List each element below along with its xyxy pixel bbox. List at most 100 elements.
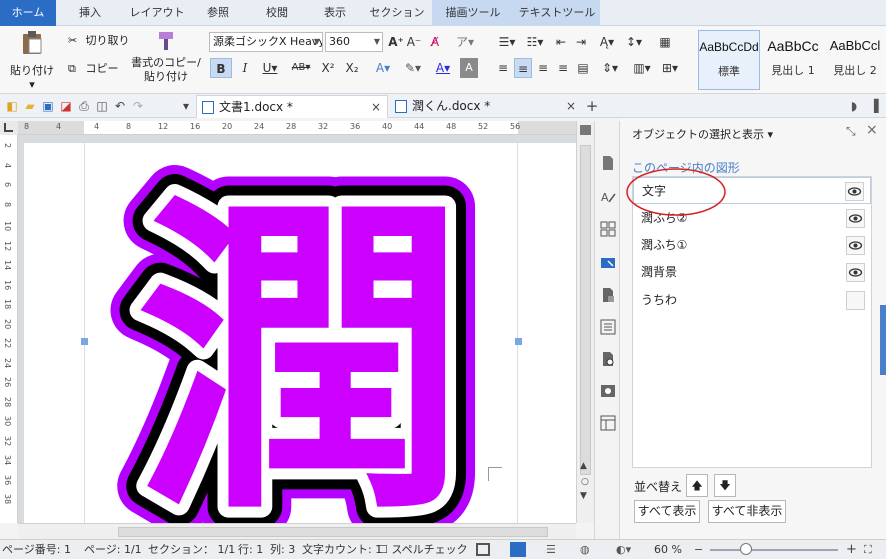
increase-indent-icon[interactable]: ⇥ bbox=[572, 32, 590, 52]
close-icon[interactable]: × bbox=[566, 95, 576, 118]
print-preview-icon[interactable]: ◫ bbox=[94, 98, 110, 114]
find-document-icon[interactable] bbox=[600, 351, 616, 367]
restore-icon[interactable]: ◗ bbox=[846, 98, 862, 114]
scroll-up-icon[interactable] bbox=[580, 125, 591, 135]
redo-icon[interactable]: ↷ bbox=[130, 98, 146, 114]
new-tab-plus-icon[interactable]: + bbox=[584, 98, 600, 114]
borders-icon[interactable]: ⊞▾ bbox=[658, 58, 682, 78]
paste-button[interactable]: 貼り付け ▾ bbox=[6, 30, 58, 92]
scroll-thumb[interactable] bbox=[118, 527, 548, 537]
visibility-toggle[interactable] bbox=[846, 209, 865, 228]
copy-button[interactable]: ⧉ コピー bbox=[68, 60, 119, 76]
list-item[interactable]: うちわ bbox=[633, 287, 871, 314]
vertical-scrollbar[interactable]: ▲ ○ ▼ bbox=[576, 121, 594, 523]
distribute-icon[interactable]: ▤ bbox=[574, 58, 592, 78]
text-effect-icon[interactable]: A▾ bbox=[370, 58, 396, 78]
zoom-out-icon[interactable]: − bbox=[694, 540, 703, 559]
collapse-icon[interactable]: ⤡ bbox=[846, 124, 856, 139]
doc-tab[interactable]: 潤くん.docx * × bbox=[390, 95, 582, 118]
doc-tab-active[interactable]: 文書1.docx * × bbox=[196, 95, 388, 118]
tab-drawing-tools[interactable]: 描画ツール bbox=[432, 0, 514, 26]
outline-view-icon[interactable]: ☰ bbox=[546, 540, 556, 559]
vertical-ruler[interactable]: 2 4 6 8 10 12 14 16 18 20 22 24 26 28 30 32 34 36 38 bbox=[0, 135, 18, 523]
zoom-slider-thumb[interactable] bbox=[740, 543, 752, 555]
zoom-in-icon[interactable]: + bbox=[846, 540, 857, 559]
shrink-font-icon[interactable]: A⁻ bbox=[406, 32, 422, 52]
open-folder-icon[interactable]: ▰ bbox=[22, 98, 38, 114]
selection-pane-icon[interactable] bbox=[600, 255, 616, 271]
browse-object-icon[interactable]: ○ bbox=[581, 477, 589, 487]
export-pdf-icon[interactable]: ◪ bbox=[58, 98, 74, 114]
visibility-toggle[interactable] bbox=[846, 263, 865, 282]
list-item[interactable]: 潤ふち① bbox=[633, 232, 871, 259]
image-icon[interactable] bbox=[600, 383, 616, 399]
format-painter-button[interactable]: 書式のコピー/ 貼り付け bbox=[128, 30, 204, 84]
phonetic-guide-icon[interactable]: ア▾ bbox=[452, 32, 478, 52]
tab-section[interactable]: セクション bbox=[366, 0, 428, 26]
text-direction-icon[interactable]: Ą▾ bbox=[594, 32, 620, 52]
subscript-button[interactable]: X₂ bbox=[342, 58, 362, 78]
hide-all-button[interactable]: すべて非表示 bbox=[708, 500, 786, 523]
strikethrough-button[interactable]: AB▾ bbox=[286, 58, 316, 78]
close-icon[interactable]: × bbox=[371, 96, 381, 119]
window-control-icon[interactable]: ▐ bbox=[866, 98, 882, 114]
fullscreen-icon[interactable] bbox=[476, 543, 490, 556]
spell-check[interactable]: ☐ スペルチェック bbox=[378, 540, 468, 559]
highlight-icon[interactable]: ✎▾ bbox=[400, 58, 426, 78]
glyph-fill[interactable]: 潤 bbox=[136, 169, 466, 523]
visibility-toggle[interactable] bbox=[846, 236, 865, 255]
tab-references[interactable]: 参照 bbox=[196, 0, 240, 26]
style-normal[interactable]: AaBbCcDd 標準 bbox=[698, 30, 760, 90]
style-heading-2[interactable]: AaBbCcl 見出し 2 bbox=[824, 30, 886, 90]
document-canvas[interactable]: 潤 潤 潤 潤 bbox=[18, 135, 576, 523]
sort-icon[interactable]: ↕▾ bbox=[622, 32, 646, 52]
close-icon[interactable]: × bbox=[866, 122, 878, 138]
shading-icon[interactable]: ▥▾ bbox=[630, 58, 654, 78]
bullet-list-icon[interactable]: ☰▾ bbox=[494, 32, 520, 52]
scroll-thumb[interactable] bbox=[580, 145, 591, 475]
chevron-down-icon[interactable]: ▾ bbox=[178, 98, 194, 114]
bold-button[interactable]: B bbox=[210, 58, 232, 78]
decrease-indent-icon[interactable]: ⇤ bbox=[552, 32, 570, 52]
next-page-icon[interactable]: ▼ bbox=[580, 491, 587, 501]
font-size-combo[interactable]: 360 ▼ bbox=[325, 32, 383, 52]
tab-view[interactable]: 表示 bbox=[312, 0, 358, 26]
move-down-button[interactable]: 🡇 bbox=[714, 474, 736, 497]
web-view-icon[interactable]: ◍ bbox=[580, 540, 590, 559]
align-center-icon[interactable]: ≡ bbox=[514, 58, 532, 78]
move-up-button[interactable]: 🡅 bbox=[686, 474, 708, 497]
superscript-button[interactable]: X² bbox=[318, 58, 338, 78]
resize-handle[interactable] bbox=[81, 338, 88, 345]
document-page[interactable]: 潤 潤 潤 潤 bbox=[24, 143, 576, 523]
list-item[interactable]: 潤背景 bbox=[633, 259, 871, 286]
prev-page-icon[interactable]: ▲ bbox=[580, 461, 587, 471]
align-left-icon[interactable]: ≡ bbox=[494, 58, 512, 78]
tab-insert[interactable]: 挿入 bbox=[64, 0, 116, 26]
font-color-icon[interactable]: A▾ bbox=[430, 58, 456, 78]
horizontal-ruler[interactable]: 8 4 4 8 12 16 20 24 28 32 36 40 44 48 52 56 bbox=[18, 121, 576, 135]
tab-layout[interactable]: レイアウト bbox=[122, 0, 192, 26]
table-icon[interactable] bbox=[600, 415, 616, 431]
new-page-icon[interactable] bbox=[600, 155, 616, 171]
new-document-icon[interactable]: ◧ bbox=[4, 98, 20, 114]
grid-layout-icon[interactable] bbox=[600, 221, 616, 237]
zoom-slider[interactable] bbox=[710, 549, 838, 551]
resize-handle[interactable] bbox=[515, 338, 522, 345]
undo-icon[interactable]: ↶ bbox=[112, 98, 128, 114]
show-all-button[interactable]: すべて表示 bbox=[634, 500, 700, 523]
char-shading-icon[interactable]: A bbox=[460, 58, 478, 78]
style-heading-1[interactable]: AaBbCc 見出し 1 bbox=[762, 30, 824, 90]
style-icon[interactable]: A bbox=[600, 189, 616, 205]
save-icon[interactable]: ▣ bbox=[40, 98, 56, 114]
cut-button[interactable]: ✂ 切り取り bbox=[68, 32, 130, 48]
tab-review[interactable]: 校閲 bbox=[252, 0, 302, 26]
fit-page-icon[interactable]: ⛶ bbox=[864, 540, 872, 559]
document-list-icon[interactable] bbox=[600, 319, 616, 335]
numbered-list-icon[interactable]: ☷▾ bbox=[522, 32, 548, 52]
clear-format-icon[interactable]: A̸ bbox=[426, 32, 444, 52]
align-right-icon[interactable]: ≡ bbox=[534, 58, 552, 78]
visibility-toggle[interactable] bbox=[845, 182, 864, 201]
font-name-combo[interactable]: 源柔ゴシックX Heavy ▼ bbox=[209, 32, 323, 52]
table-grid-icon[interactable]: ▦ bbox=[656, 32, 674, 52]
pane-splitter[interactable] bbox=[880, 305, 886, 375]
